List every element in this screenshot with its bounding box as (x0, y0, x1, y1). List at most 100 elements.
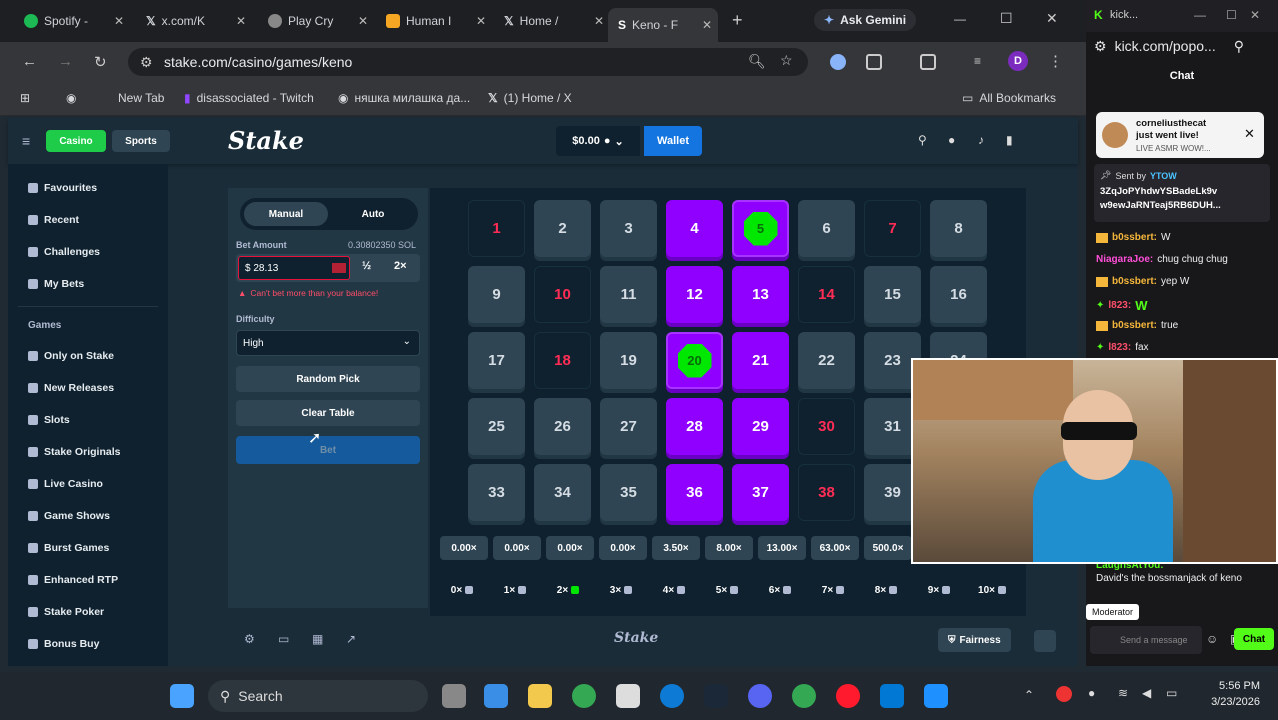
emoji-icon[interactable]: ☺ (1206, 632, 1218, 646)
sidebar-item-challenges[interactable]: Challenges (28, 246, 100, 258)
close-icon[interactable]: ✕ (1244, 126, 1255, 142)
clear-table-button[interactable]: Clear Table (236, 400, 420, 426)
keno-tile[interactable]: 9 (468, 266, 525, 323)
sidebar-item-favourites[interactable]: Favourites (28, 182, 97, 194)
close-icon[interactable]: ✕ (476, 14, 486, 28)
store-icon[interactable] (616, 684, 640, 708)
bookmark-home-x[interactable]: 𝕏 (1) Home / X (488, 91, 572, 105)
sidebar-item-only-on-stake[interactable]: Only on Stake (28, 350, 114, 362)
tab-home-x[interactable]: 𝕏 Home / ✕ (494, 8, 610, 34)
bookmark-twitch[interactable]: ▮ disassociated - Twitch (184, 91, 314, 105)
keno-tile[interactable]: 13 (732, 266, 789, 323)
minimize-button[interactable]: — (1194, 8, 1206, 22)
reload-button[interactable]: ↻ (94, 53, 107, 71)
keno-tile[interactable]: 28 (666, 398, 723, 455)
keno-tile[interactable]: 29 (732, 398, 789, 455)
chat-url-bar[interactable]: ⚙ kick.com/popo... ⚲ (1094, 38, 1244, 55)
fairness-button[interactable]: ⛨ Fairness (938, 628, 1011, 652)
keno-tile[interactable]: 2 (534, 200, 591, 257)
keno-tile[interactable]: 27 (600, 398, 657, 455)
chat-toggle-icon[interactable]: ▮ (1006, 133, 1013, 147)
forward-button[interactable]: → (58, 53, 73, 70)
casino-tab[interactable]: Casino (46, 130, 106, 152)
keno-tile[interactable]: 20 (666, 332, 723, 389)
keno-tile[interactable]: 16 (930, 266, 987, 323)
taskbar-search[interactable]: ⚲ Search (208, 680, 428, 712)
extension-icon[interactable] (830, 54, 846, 70)
screen-cast-icon[interactable] (920, 54, 936, 70)
sports-tab[interactable]: Sports (112, 130, 170, 152)
keno-tile[interactable]: 22 (798, 332, 855, 389)
sidebar-item-stake-originals[interactable]: Stake Originals (28, 446, 120, 458)
live-notification[interactable]: corneliusthecat just went live! LIVE ASM… (1096, 112, 1264, 158)
random-pick-button[interactable]: Random Pick (236, 366, 420, 392)
close-icon[interactable]: ✕ (236, 14, 246, 28)
half-button[interactable]: ½ (362, 260, 371, 272)
tab-play-crypto[interactable]: Play Cry ✕ (258, 8, 374, 34)
new-tab-button[interactable]: + (732, 10, 743, 31)
balance-selector[interactable]: $0.00 ● ⌄ (556, 126, 640, 156)
sidebar-item-bonus-buy[interactable]: Bonus Buy (28, 638, 99, 650)
keno-tile[interactable]: 17 (468, 332, 525, 389)
keno-tile[interactable]: 35 (600, 464, 657, 521)
puzzle-icon[interactable] (866, 54, 882, 70)
tab-human[interactable]: Human I ✕ (376, 8, 492, 34)
bookmark-nyashka[interactable]: ◉ няшка милашка да... (338, 91, 470, 105)
help-icon[interactable] (1034, 630, 1056, 652)
keno-tile[interactable]: 37 (732, 464, 789, 521)
close-icon[interactable]: ✕ (594, 14, 604, 28)
search-icon[interactable]: ⚲ (1234, 38, 1244, 55)
keno-tile[interactable]: 7 (864, 200, 921, 257)
sidebar-item-recent[interactable]: Recent (28, 214, 79, 226)
tray-app-icon[interactable] (1056, 686, 1072, 702)
task-view-icon[interactable] (442, 684, 466, 708)
app-icon[interactable] (880, 684, 904, 708)
keno-tile[interactable]: 18 (534, 332, 591, 389)
address-bar[interactable]: ⚙ stake.com/casino/games/keno 🔍︎ ☆ (128, 48, 808, 76)
keno-tile[interactable]: 5 (732, 200, 789, 257)
site-info-icon[interactable]: ⚙ (140, 54, 153, 71)
profile-avatar[interactable]: D (1008, 51, 1028, 71)
bet-button[interactable]: Bet (236, 436, 420, 464)
sidebar-item-enhanced-rtp[interactable]: Enhanced RTP (28, 574, 118, 586)
popout-icon[interactable]: ↗ (346, 632, 356, 646)
maximize-button[interactable]: ☐ (1000, 10, 1013, 27)
auto-tab[interactable]: Auto (332, 202, 414, 226)
keno-tile[interactable]: 14 (798, 266, 855, 323)
manual-tab[interactable]: Manual (244, 202, 328, 226)
zoom-icon[interactable]: 🔍︎ (748, 53, 766, 70)
keno-tile[interactable]: 6 (798, 200, 855, 257)
chrome-active-icon[interactable] (792, 684, 816, 708)
bookmark-star-icon[interactable]: ☆ (780, 52, 793, 69)
sidebar-item-stake-poker[interactable]: Stake Poker (28, 606, 104, 618)
keno-tile[interactable]: 30 (798, 398, 855, 455)
close-window-button[interactable]: ✕ (1046, 10, 1058, 27)
double-button[interactable]: 2× (394, 260, 407, 272)
copilot-icon[interactable] (484, 684, 508, 708)
chat-send-button[interactable]: Chat (1234, 628, 1274, 650)
wallet-button[interactable]: Wallet (644, 126, 702, 156)
bell-icon[interactable]: ♪ (978, 133, 984, 147)
keno-tile[interactable]: 8 (930, 200, 987, 257)
keno-tile[interactable]: 34 (534, 464, 591, 521)
globe-icon[interactable]: ◉ (66, 91, 76, 105)
bookmark-new-tab[interactable]: New Tab (118, 91, 164, 105)
battery-icon[interactable]: ▭ (1166, 686, 1177, 700)
mic-icon[interactable]: ● (1088, 686, 1095, 700)
keno-tile[interactable]: 4 (666, 200, 723, 257)
ask-gemini-button[interactable]: ✦ Ask Gemini (814, 9, 917, 31)
wifi-icon[interactable]: ≋ (1118, 686, 1128, 700)
tray-chevron-icon[interactable]: ⌃ (1024, 688, 1034, 702)
keno-tile[interactable]: 21 (732, 332, 789, 389)
clock-time[interactable]: 5:56 PM (1200, 680, 1260, 692)
close-icon[interactable]: ✕ (358, 14, 368, 28)
minimize-button[interactable]: — (954, 12, 966, 26)
sidebar-item-game-shows[interactable]: Game Shows (28, 510, 110, 522)
tab-keno[interactable]: S Keno - F ✕ (608, 8, 718, 42)
keno-tile[interactable]: 33 (468, 464, 525, 521)
sidebar-item-burst-games[interactable]: Burst Games (28, 542, 109, 554)
all-bookmarks[interactable]: ▭ All Bookmarks (962, 91, 1056, 105)
keno-tile[interactable]: 3 (600, 200, 657, 257)
sidebar-item-new-releases[interactable]: New Releases (28, 382, 114, 394)
difficulty-select[interactable]: High ⌄ (236, 330, 420, 356)
